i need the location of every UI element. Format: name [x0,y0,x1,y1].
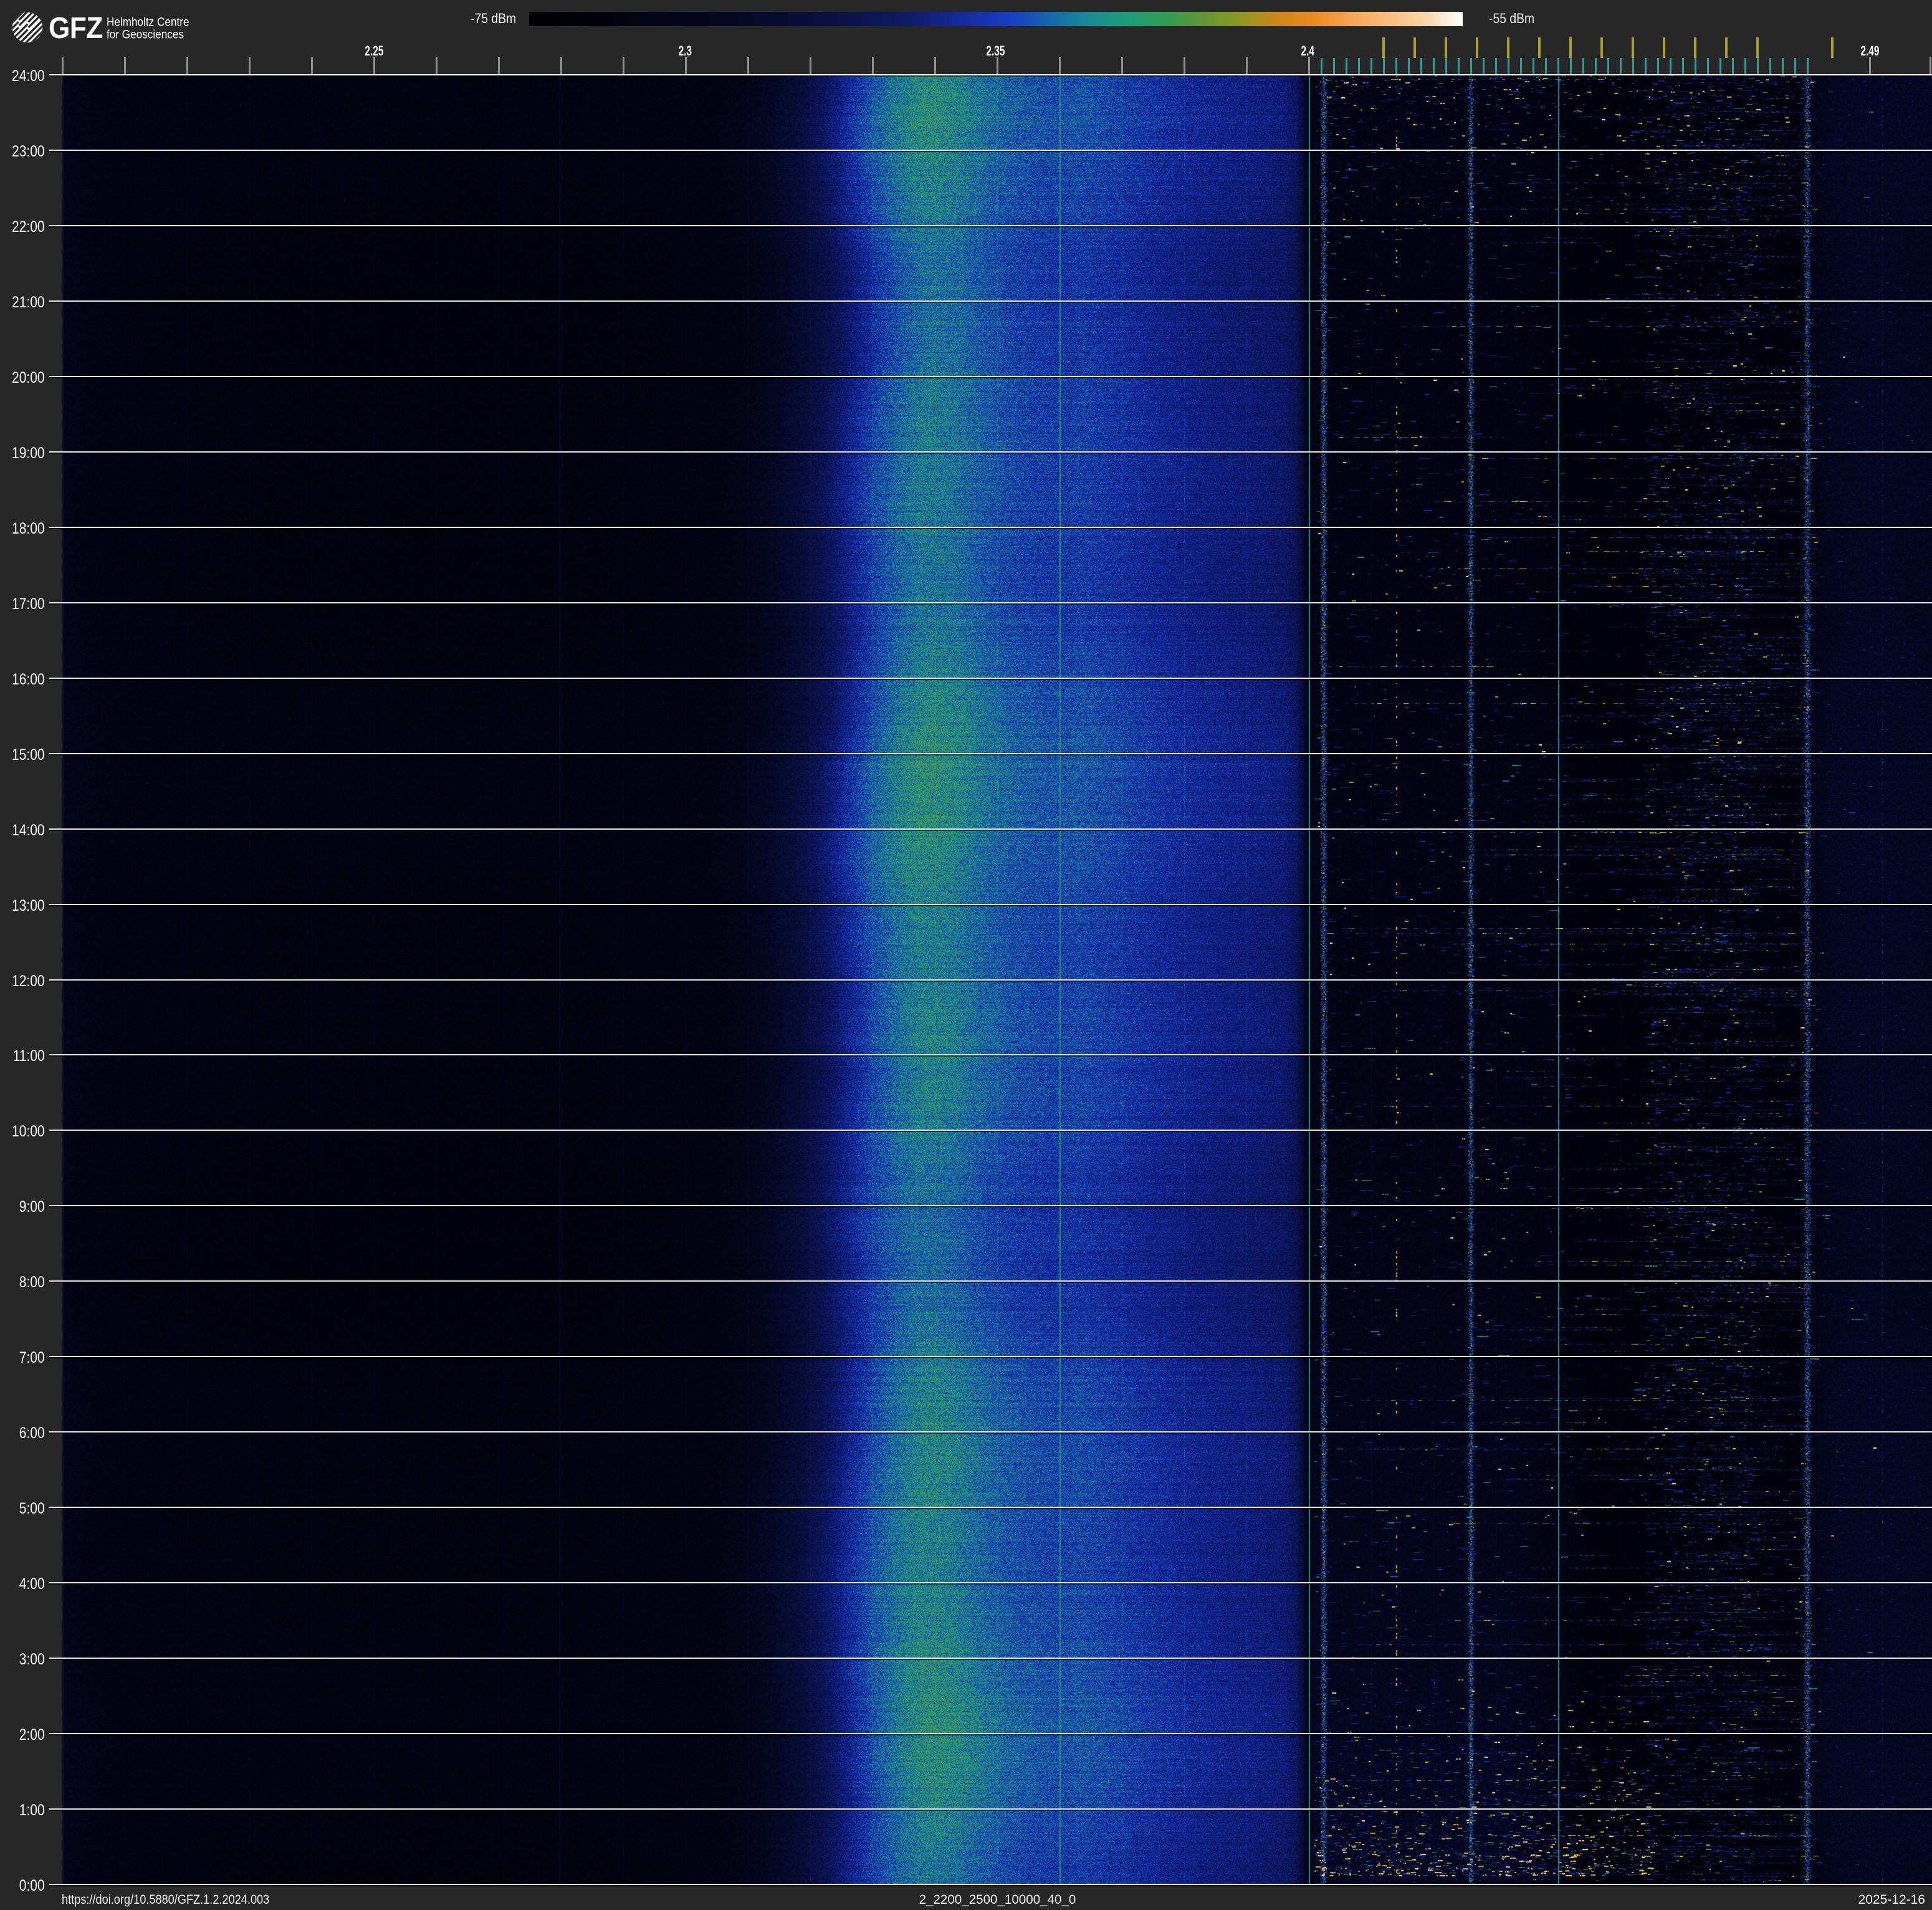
svg-text:Helmholtz Centre: Helmholtz Centre [107,14,189,28]
svg-text:GFZ: GFZ [49,11,103,44]
svg-text:for Geosciences: for Geosciences [107,27,184,41]
